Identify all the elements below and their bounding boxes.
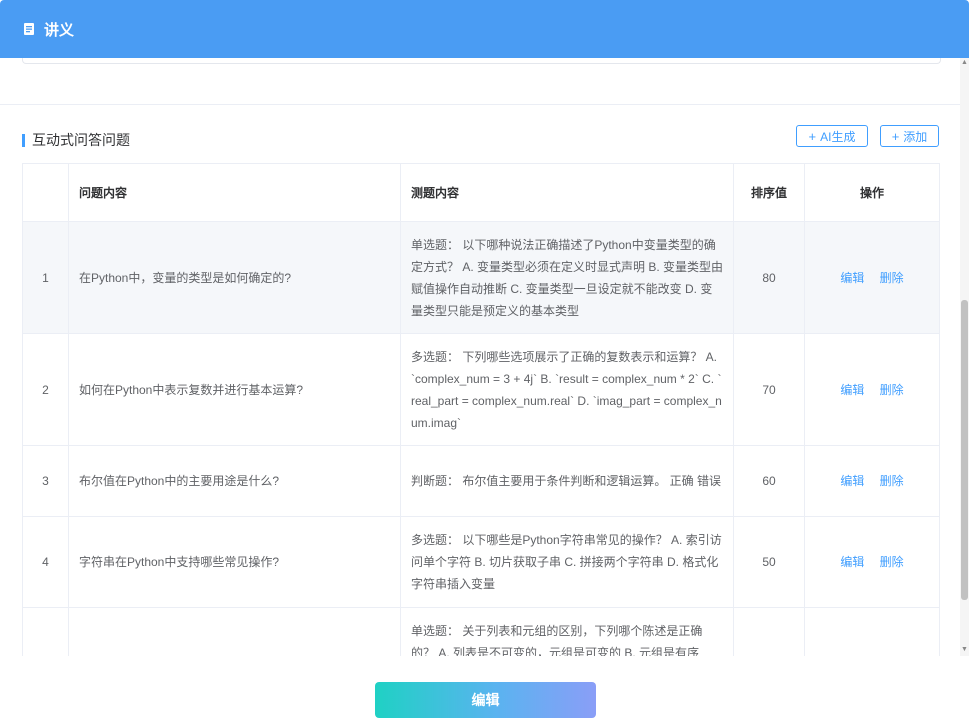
column-header-index — [22, 163, 69, 222]
column-header-sort: 排序值 — [733, 163, 805, 222]
row-sort-value — [733, 607, 805, 656]
column-header-actions: 操作 — [804, 163, 940, 222]
delete-link[interactable]: 删除 — [880, 271, 904, 285]
row-index: 1 — [22, 221, 69, 334]
add-label: 添加 — [903, 129, 928, 144]
section-title-marker — [22, 133, 25, 147]
column-header-quiz: 测题内容 — [400, 163, 734, 222]
content-scroll-area[interactable]: 互动式问答问题 + AI生成 + 添加 问题内容 测题内容 排序值 操作 1 在… — [0, 58, 960, 656]
header-bar: 讲义 — [0, 0, 969, 58]
scroll-down-arrow-icon[interactable]: ▼ — [961, 646, 968, 654]
row-quiz: 多选题： 下列哪些选项展示了正确的复数表示和运算？ A. `complex_nu… — [400, 333, 734, 446]
edit-link[interactable]: 编辑 — [840, 271, 864, 285]
row-quiz: 单选题： 关于列表和元组的区别，下列哪个陈述是正确的？ A. 列表是不可变的，元… — [400, 607, 734, 656]
edit-link[interactable]: 编辑 — [840, 474, 864, 488]
table-row[interactable]: 4 字符串在Python中支持哪些常见操作? 多选题： 以下哪些是Python字… — [22, 516, 940, 608]
row-quiz: 单选题： 以下哪种说法正确描述了Python中变量类型的确定方式？ A. 变量类… — [400, 221, 734, 334]
row-sort-value: 60 — [733, 445, 805, 517]
row-sort-value: 80 — [733, 221, 805, 334]
document-icon — [22, 22, 36, 36]
edit-link[interactable]: 编辑 — [840, 383, 864, 397]
edit-submit-button[interactable]: 编辑 — [375, 682, 596, 718]
edit-link[interactable]: 编辑 — [840, 555, 864, 569]
row-actions: 编辑 删除 — [804, 333, 940, 446]
row-actions: 编辑 删除 — [804, 516, 940, 608]
table-row[interactable]: 3 布尔值在Python中的主要用途是什么? 判断题： 布尔值主要用于条件判断和… — [22, 445, 940, 517]
ai-generate-button[interactable]: + AI生成 — [796, 125, 868, 147]
scroll-up-arrow-icon[interactable]: ▲ — [961, 59, 968, 67]
row-actions: 编辑 删除 — [804, 221, 940, 334]
row-question: 如何在Python中表示复数并进行基本运算? — [68, 333, 401, 446]
delete-link[interactable]: 删除 — [880, 383, 904, 397]
row-sort-value: 50 — [733, 516, 805, 608]
plus-icon: + — [891, 128, 900, 144]
lecture-textarea[interactable] — [22, 58, 941, 64]
ai-generate-label: AI生成 — [820, 129, 856, 144]
section-title-text: 互动式问答问题 — [32, 132, 130, 148]
section-divider — [0, 104, 960, 105]
add-button[interactable]: + 添加 — [880, 125, 939, 147]
table-header-row: 问题内容 测题内容 排序值 操作 — [22, 163, 940, 222]
section-title: 互动式问答问题 — [22, 130, 130, 150]
row-actions — [804, 607, 940, 656]
row-question — [68, 607, 401, 656]
plus-icon: + — [808, 128, 817, 144]
row-actions: 编辑 删除 — [804, 445, 940, 517]
row-question: 字符串在Python中支持哪些常见操作? — [68, 516, 401, 608]
row-index — [22, 607, 69, 656]
row-question: 布尔值在Python中的主要用途是什么? — [68, 445, 401, 517]
row-index: 4 — [22, 516, 69, 608]
delete-link[interactable]: 删除 — [880, 474, 904, 488]
row-index: 3 — [22, 445, 69, 517]
table-row[interactable]: 1 在Python中，变量的类型是如何确定的? 单选题： 以下哪种说法正确描述了… — [22, 221, 940, 334]
table-row[interactable]: 单选题： 关于列表和元组的区别，下列哪个陈述是正确的？ A. 列表是不可变的，元… — [22, 607, 940, 656]
delete-link[interactable]: 删除 — [880, 555, 904, 569]
scrollbar-thumb[interactable] — [961, 300, 968, 600]
row-question: 在Python中，变量的类型是如何确定的? — [68, 221, 401, 334]
row-quiz: 判断题： 布尔值主要用于条件判断和逻辑运算。 正确 错误 — [400, 445, 734, 517]
row-index: 2 — [22, 333, 69, 446]
row-sort-value: 70 — [733, 333, 805, 446]
header-title: 讲义 — [44, 21, 75, 39]
row-quiz: 多选题： 以下哪些是Python字符串常见的操作？ A. 索引访问单个字符 B.… — [400, 516, 734, 608]
table-row[interactable]: 2 如何在Python中表示复数并进行基本运算? 多选题： 下列哪些选项展示了正… — [22, 333, 940, 446]
qa-table: 问题内容 测题内容 排序值 操作 1 在Python中，变量的类型是如何确定的?… — [22, 163, 940, 656]
column-header-question: 问题内容 — [68, 163, 401, 222]
